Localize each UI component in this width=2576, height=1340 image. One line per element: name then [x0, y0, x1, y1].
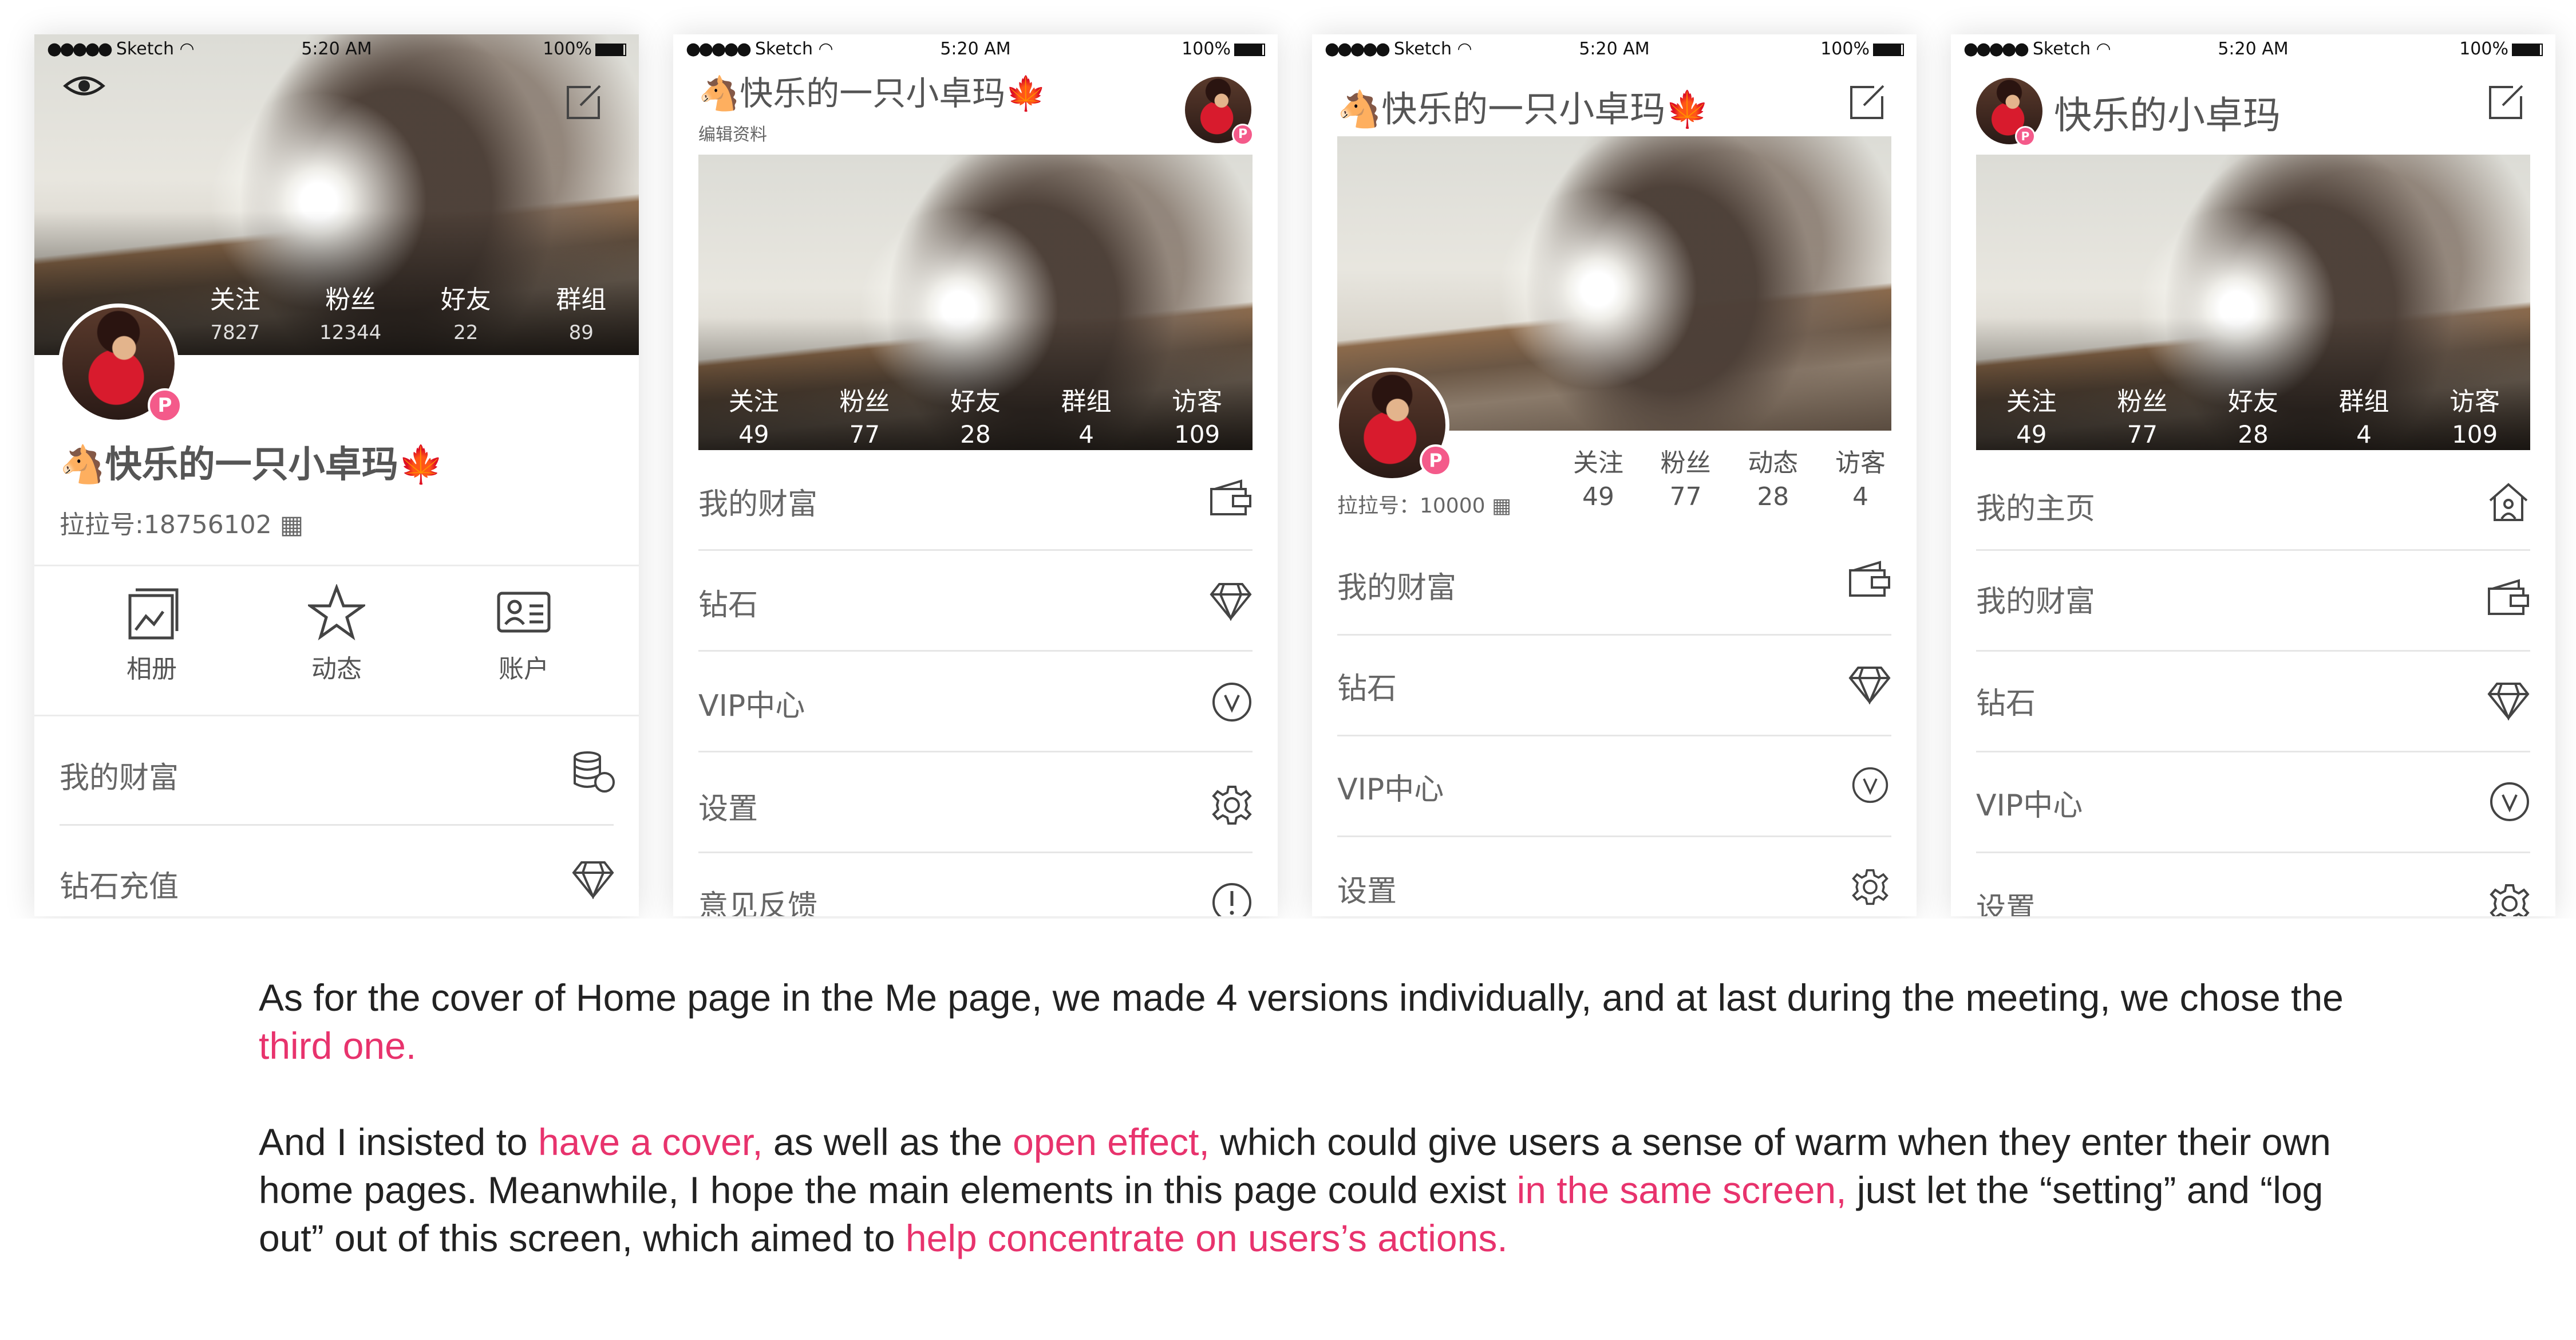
stat-friends[interactable]: 好友 28 — [2200, 385, 2306, 450]
battery-icon — [1873, 44, 1904, 56]
description-paragraph-2: And I insisted to have a cover, as well … — [259, 1121, 2331, 1259]
stat-following[interactable]: 关注 49 — [1979, 385, 2084, 450]
action-moments[interactable]: 动态 — [294, 584, 380, 685]
screen-version-3: ●●●●● Sketch ◠ 5:20 AM 100% 🐴快乐的一只小卓玛🍁 P … — [1312, 34, 1917, 916]
user-name: 🐴快乐的一只小卓玛🍁 — [60, 444, 444, 486]
menu-item-vip[interactable]: VIP中心 — [1951, 752, 2555, 853]
wallet-icon — [1210, 479, 1251, 515]
edit-profile-link[interactable]: 编辑资料 — [698, 120, 767, 145]
album-icon — [128, 588, 179, 640]
diamond-icon — [572, 861, 614, 899]
status-bar: ●●●●● Sketch ◠ 5:20 AM 100% — [1312, 34, 1917, 71]
wallet-icon — [2488, 579, 2529, 615]
stat-visitors[interactable]: 访客 109 — [2422, 385, 2527, 450]
edit-icon[interactable] — [1847, 82, 1887, 123]
diamond-icon — [2487, 683, 2530, 720]
stat-fans[interactable]: 粉丝 77 — [1646, 442, 1726, 511]
stats-bar: 关注 49 粉丝 77 好友 28 群组 4 访客 109 — [1976, 385, 2530, 450]
stat-groups[interactable]: 群组 4 — [2312, 385, 2417, 450]
stats-bar: 关注 7827 粉丝 12344 好友 22 群组 89 — [177, 283, 639, 348]
menu-item-homepage[interactable]: 我的主页 — [1951, 450, 2555, 551]
premium-badge: P — [2015, 126, 2036, 147]
stat-following[interactable]: 关注 49 — [701, 385, 807, 450]
diamond-icon — [1210, 583, 1252, 621]
diamond-icon — [1848, 667, 1891, 704]
vip-icon — [2490, 782, 2529, 821]
stat-visitors[interactable]: 访客 4 — [1820, 442, 1901, 511]
screen-version-2: ●●●●● Sketch ◠ 5:20 AM 100% 🐴快乐的一只小卓玛🍁 编辑… — [673, 34, 1278, 916]
battery-icon — [1234, 44, 1265, 56]
stat-fans[interactable]: 粉丝 77 — [812, 385, 917, 450]
gear-icon — [1852, 869, 1888, 905]
id-card-icon — [497, 592, 551, 633]
eye-icon[interactable] — [63, 72, 105, 100]
home-icon — [2489, 483, 2528, 521]
star-icon — [308, 584, 365, 641]
description-paragraph-1: As for the cover of Home page in the Me … — [259, 976, 2344, 1067]
stat-friends[interactable]: 好友 28 — [923, 385, 1028, 450]
menu-item-diamond[interactable]: 钻石 — [1951, 652, 2555, 752]
menu-item-settings[interactable]: 设置 — [673, 752, 1278, 853]
menu-item-wealth[interactable]: 我的财富 — [1951, 551, 2555, 652]
battery-level: 100% — [543, 39, 592, 59]
coins-icon — [574, 751, 615, 793]
menu-item-diamond[interactable]: 钻石 — [673, 551, 1278, 652]
action-album[interactable]: 相册 — [109, 584, 195, 685]
menu-item-diamond-recharge[interactable]: 钻石充值 — [34, 826, 639, 916]
user-name: 🐴快乐的一只小卓玛🍁 — [698, 74, 1047, 113]
menu-item-settings[interactable]: 设置 — [1951, 853, 2555, 916]
stat-friends[interactable]: 好友 22 — [422, 283, 509, 348]
stat-following[interactable]: 关注 7827 — [191, 283, 279, 348]
user-name: 快乐的小卓玛 — [2054, 93, 2281, 137]
status-bar: ●●●●● Sketch ◠ 5:20 AM 100% — [34, 34, 639, 71]
stat-fans[interactable]: 粉丝 77 — [2089, 385, 2195, 450]
user-id: 拉拉号:18756102 ▦ — [60, 510, 304, 539]
description-text: As for the cover of Home page in the Me … — [259, 974, 2377, 1262]
screen-version-1: ●●●●● Sketch ◠ 5:20 AM 100% 关注 7827 粉丝 1234… — [34, 34, 639, 916]
premium-badge: P — [148, 388, 182, 423]
cover-image[interactable]: 关注 49 粉丝 77 好友 28 群组 4 访客 109 — [1976, 155, 2530, 450]
menu-item-wealth[interactable]: 我的财富 — [34, 719, 639, 826]
menu-item-diamond[interactable]: 钻石 — [1312, 636, 1917, 736]
cover-image[interactable]: 关注 49 粉丝 77 好友 28 群组 4 访客 109 — [698, 155, 1253, 450]
menu-item-feedback[interactable]: 意见反馈 — [673, 853, 1278, 916]
status-bar: ●●●●● Sketch ◠ 5:20 AM 100% — [673, 34, 1278, 71]
stat-groups[interactable]: 群组 89 — [538, 283, 625, 348]
edit-icon[interactable] — [563, 82, 603, 123]
qr-code-icon[interactable]: ▦ — [1492, 494, 1511, 518]
menu-item-wealth[interactable]: 我的财富 — [1312, 535, 1917, 636]
premium-badge: P — [1232, 124, 1254, 145]
stat-visitors[interactable]: 访客 109 — [1144, 385, 1250, 450]
action-account[interactable]: 账户 — [481, 584, 567, 685]
premium-badge: P — [1420, 444, 1452, 476]
feedback-icon — [1212, 883, 1251, 916]
stat-following[interactable]: 关注 49 — [1558, 442, 1638, 511]
menu-item-vip[interactable]: VIP中心 — [673, 652, 1278, 752]
battery-icon — [2512, 44, 2543, 56]
menu-item-wealth[interactable]: 我的财富 — [673, 450, 1278, 551]
qr-code-icon[interactable]: ▦ — [280, 510, 304, 539]
stats-bar: 关注 49 粉丝 77 动态 28 访客 4 — [1558, 442, 1901, 511]
gear-icon — [2490, 884, 2530, 916]
battery-icon — [595, 44, 626, 56]
stat-moments[interactable]: 动态 28 — [1733, 442, 1813, 511]
menu-item-vip[interactable]: VIP中心 — [1312, 736, 1917, 837]
stat-fans[interactable]: 粉丝 12344 — [307, 283, 394, 348]
user-name: 🐴快乐的一只小卓玛🍁 — [1337, 88, 1710, 130]
edit-icon[interactable] — [2486, 82, 2526, 123]
vip-icon — [1852, 767, 1888, 803]
status-bar: ●●●●● Sketch ◠ 5:20 AM 100% — [1951, 34, 2555, 71]
user-id: 拉拉号：10000 ▦ — [1337, 494, 1511, 518]
gear-icon — [1212, 786, 1252, 825]
stats-bar: 关注 49 粉丝 77 好友 28 群组 4 访客 109 — [698, 385, 1253, 450]
wallet-icon — [1849, 561, 1890, 597]
vip-icon — [1212, 683, 1251, 722]
screen-version-4: ●●●●● Sketch ◠ 5:20 AM 100% P 快乐的小卓玛 关注 49… — [1951, 34, 2555, 916]
action-grid: 相册 动态 账户 — [34, 584, 639, 733]
menu-item-settings[interactable]: 设置 — [1312, 837, 1917, 916]
stat-groups[interactable]: 群组 4 — [1034, 385, 1139, 450]
